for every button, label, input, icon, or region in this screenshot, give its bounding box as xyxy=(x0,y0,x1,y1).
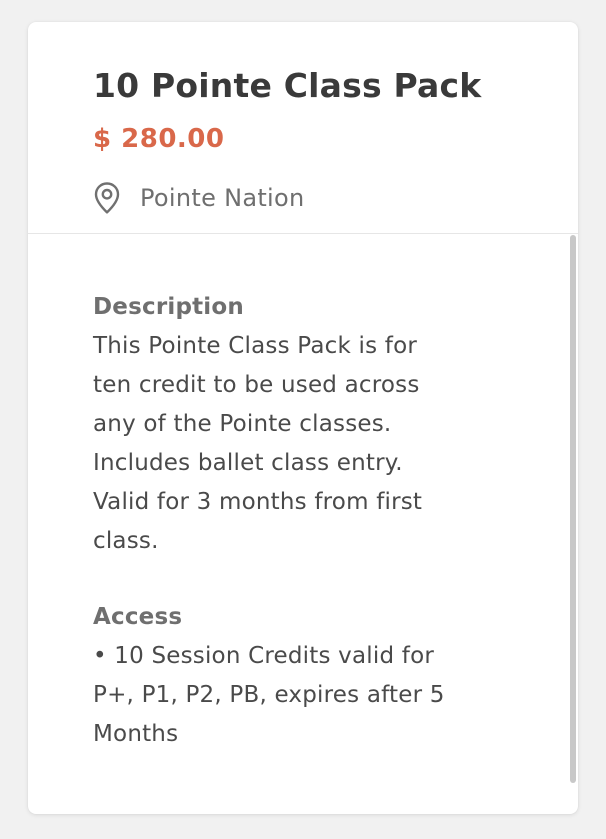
description-line: any of the Pointe classes. xyxy=(93,411,392,437)
description-line: class. xyxy=(93,528,159,554)
description-line: Valid for 3 months from first xyxy=(93,489,423,515)
map-pin-icon xyxy=(93,181,121,215)
product-title: 10 Pointe Class Pack xyxy=(93,66,482,105)
access-section: Access • 10 Session Credits valid for P+… xyxy=(93,598,513,754)
access-line: P+, P1, P2, PB, expires after 5 xyxy=(93,682,445,708)
description-section: Description This Pointe Class Pack is fo… xyxy=(93,288,513,561)
product-card: 10 Pointe Class Pack $ 280.00 Pointe Nat… xyxy=(28,22,578,814)
product-header: 10 Pointe Class Pack $ 280.00 Pointe Nat… xyxy=(28,22,578,234)
scrollbar-thumb[interactable] xyxy=(570,235,576,783)
product-details: Description This Pointe Class Pack is fo… xyxy=(28,235,578,814)
scrollbar[interactable] xyxy=(568,235,578,795)
location-name: Pointe Nation xyxy=(140,184,305,212)
product-price: $ 280.00 xyxy=(93,124,225,154)
description-line: ten credit to be used across xyxy=(93,372,420,398)
description-heading: Description xyxy=(93,294,244,320)
access-line: • 10 Session Credits valid for xyxy=(93,643,435,669)
access-heading: Access xyxy=(93,604,183,630)
location-row: Pointe Nation xyxy=(93,180,305,216)
description-line: This Pointe Class Pack is for xyxy=(93,333,418,359)
access-line: Months xyxy=(93,721,179,747)
description-line: Includes ballet class entry. xyxy=(93,450,403,476)
